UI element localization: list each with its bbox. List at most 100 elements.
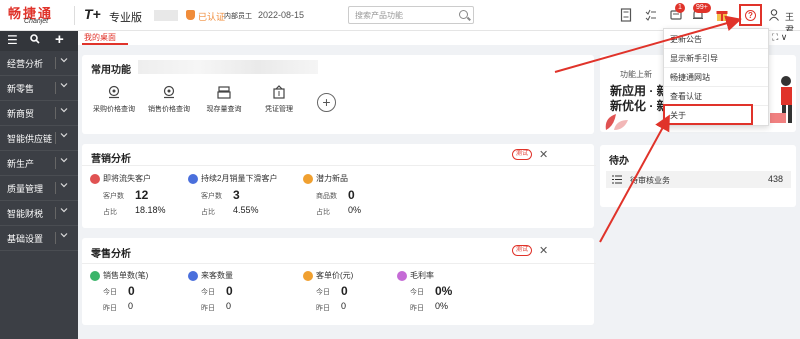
metric-value: 4.55% — [233, 205, 259, 215]
close-icon[interactable]: ✕ — [539, 148, 548, 161]
chevron-down-icon — [60, 83, 68, 88]
product-brand: T+ — [84, 6, 101, 22]
menu-item-website[interactable]: 畅捷通网站 — [664, 67, 768, 87]
todo-label: 待审核业务 — [630, 176, 670, 185]
verified-status[interactable]: 已认证 — [198, 10, 225, 23]
search-input[interactable]: 搜索产品功能 — [348, 6, 474, 24]
tab-tools[interactable]: ⛶ ∨ — [772, 32, 787, 43]
divider — [82, 165, 596, 166]
divider — [82, 263, 596, 264]
highlight-box-about — [663, 104, 753, 125]
sidebar-toolbar: ☰ + — [0, 31, 78, 51]
sidebar-item-label: 基础设置 — [7, 234, 44, 244]
test-badge: 测试 — [512, 149, 532, 160]
search-icon[interactable] — [459, 10, 468, 19]
menu-item-update-notice[interactable]: 更新公告 — [664, 29, 768, 49]
sidebar-item-label: 质量管理 — [7, 184, 44, 194]
metric-value: 0% — [348, 205, 362, 215]
metric-avg-order-value[interactable]: 客单价(元) 今日 0 昨日 0 — [303, 270, 398, 318]
product-icon — [303, 174, 313, 184]
metric-key: 今日 — [410, 289, 424, 296]
metric-key: 客户数 — [103, 193, 124, 200]
metric-key: 昨日 — [316, 305, 330, 312]
metric-churn-customers[interactable]: 即将流失客户 客户数 12 占比 18.18% — [90, 173, 185, 221]
metric-key: 客户数 — [201, 193, 222, 200]
test-badge: 测试 — [512, 245, 532, 256]
menu-item-show-guide[interactable]: 显示新手引导 — [664, 48, 768, 68]
visitor-icon — [188, 271, 198, 281]
card-title: 零售分析 — [91, 249, 131, 260]
sidebar-item-divider — [55, 132, 56, 144]
shortcut-voucher[interactable]: 凭证管理 — [254, 85, 304, 114]
metric-declining-customers[interactable]: 持续2月销量下滑客户 客户数 3 占比 4.55% — [188, 173, 293, 221]
card-title: 待办 — [609, 156, 629, 167]
help-button[interactable]: ? — [739, 4, 762, 26]
leaf-decoration-icon — [605, 114, 628, 130]
top-bar: 畅捷通 Chanjet T+ 专业版 已认证 内部员工 2022-08-15 搜… — [0, 0, 800, 35]
sidebar-item-quality[interactable]: 质量管理 — [0, 176, 78, 201]
metric-sales-orders[interactable]: 销售单数(笔) 今日 0 昨日 0 — [90, 270, 185, 318]
shortcut-label: 销售价格查询 — [148, 106, 190, 113]
sidebar-item-business-analysis[interactable]: 经营分析 — [0, 51, 78, 76]
metric-visitors[interactable]: 来客数量 今日 0 昨日 0 — [188, 270, 283, 318]
metric-key: 占比 — [103, 209, 117, 216]
shortcut-label: 现存量查询 — [206, 106, 242, 113]
metric-gross-margin[interactable]: 毛利率 今日 0% 昨日 0% — [397, 270, 492, 318]
sidebar-item-new-retail[interactable]: 新零售 — [0, 76, 78, 101]
product-edition: 专业版 — [109, 12, 142, 24]
sidebar-search-icon[interactable] — [30, 33, 40, 48]
sidebar-item-production[interactable]: 新生产 — [0, 151, 78, 176]
shortcut-stock-query[interactable]: 现存量查询 — [199, 85, 249, 114]
company-name: 内部员工 — [224, 13, 252, 20]
close-icon[interactable]: ✕ — [539, 244, 548, 257]
metric-value: 18.18% — [135, 205, 166, 215]
metric-key: 占比 — [316, 209, 330, 216]
sidebar-item-basic-settings[interactable]: 基础设置 — [0, 226, 78, 251]
shortcut-sales-price[interactable]: 销售价格查询 — [144, 85, 194, 114]
add-shortcut-button[interactable]: + — [317, 93, 336, 112]
metric-value: 0 — [341, 301, 347, 311]
metric-potential-products[interactable]: 潜力新品 商品数 0 占比 0% — [303, 173, 398, 221]
tab-my-desktop[interactable]: 我的桌面 — [84, 32, 116, 43]
metric-value: 0 — [348, 188, 355, 202]
metric-value: 3 — [233, 188, 240, 202]
menu-toggle-icon[interactable]: ☰ — [7, 33, 18, 47]
sidebar-item-finance-tax[interactable]: 智能财税 — [0, 201, 78, 226]
blurred-account — [154, 10, 178, 21]
todo-item-pending-review[interactable]: 待审核业务 438 — [606, 171, 791, 188]
gift-icon[interactable] — [716, 8, 728, 22]
blurred-area — [138, 60, 318, 74]
shortcut-purchase-price[interactable]: 采购价格查询 — [89, 85, 139, 114]
divider — [74, 6, 75, 25]
price-search-icon — [108, 85, 120, 99]
trend-down-icon — [188, 174, 198, 184]
logo-subtext: Chanjet — [24, 18, 49, 25]
shortcut-label: 采购价格查询 — [93, 106, 135, 113]
chevron-down-icon — [60, 133, 68, 138]
login-date: 2022-08-15 — [258, 10, 305, 20]
calculator-icon[interactable] — [620, 8, 632, 22]
help-icon: ? — [745, 10, 756, 21]
marketing-analysis-card: 营销分析 测试 ✕ 即将流失客户 客户数 12 占比 18.18% 持续2月销量… — [82, 144, 596, 228]
metric-key: 今日 — [103, 289, 117, 296]
user-icon[interactable] — [769, 9, 779, 21]
menu-item-view-certification[interactable]: 查看认证 — [664, 86, 768, 106]
sidebar-add-icon[interactable]: + — [55, 31, 64, 48]
chevron-down-icon — [60, 158, 68, 163]
sidebar-item-label: 新零售 — [7, 84, 35, 94]
chevron-down-icon — [60, 183, 68, 188]
menu-item-label: 更新公告 — [670, 35, 702, 44]
sidebar-item-supply-chain[interactable]: 智能供应链 — [0, 126, 78, 151]
price-search-icon — [163, 85, 175, 99]
metric-title: 即将流失客户 — [103, 174, 151, 183]
menu-item-label: 显示新手引导 — [670, 54, 718, 63]
sidebar-item-label: 新商贸 — [7, 109, 35, 119]
shield-icon — [186, 10, 195, 20]
list-icon — [612, 175, 622, 184]
chanjet-logo[interactable]: 畅捷通 Chanjet — [8, 3, 70, 27]
checklist-icon[interactable] — [645, 8, 657, 22]
sidebar-item-new-trade[interactable]: 新商贸 — [0, 101, 78, 126]
person-illustration-icon — [770, 76, 792, 123]
metric-key: 昨日 — [410, 305, 424, 312]
margin-icon — [397, 271, 407, 281]
